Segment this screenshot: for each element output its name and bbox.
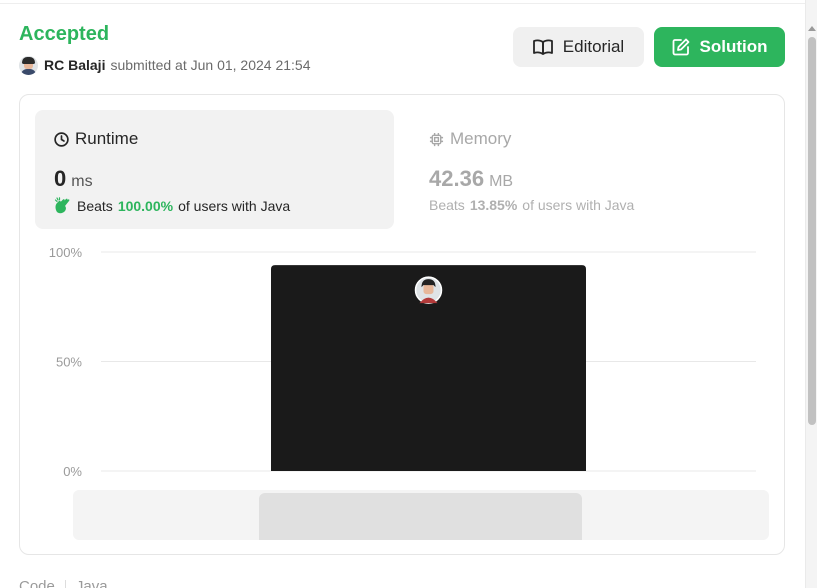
runtime-value: 0 ms (54, 166, 93, 192)
user-avatar[interactable] (19, 55, 38, 75)
clapping-hands-icon (54, 197, 70, 214)
scrollbar-thumb[interactable] (808, 37, 816, 425)
runtime-beats: Beats 100.00% of users with Java (54, 197, 290, 215)
editorial-button[interactable]: Editorial (513, 27, 644, 67)
scroll-up-arrow-icon[interactable] (808, 26, 816, 31)
memory-beats-prefix: Beats (429, 197, 465, 213)
memory-beats: Beats 13.85% of users with Java (429, 197, 634, 213)
code-language-tabs: Code Java (19, 578, 108, 588)
runtime-unit: ms (71, 173, 93, 190)
submission-meta: RC Balaji submitted at Jun 01, 2024 21:5… (19, 55, 311, 75)
book-open-icon (532, 39, 553, 55)
range-selector-handle[interactable] (259, 493, 582, 540)
runtime-beats-percent: 100.00% (117, 198, 174, 214)
solution-button[interactable]: Solution (654, 27, 785, 67)
runtime-number: 0 (54, 166, 67, 191)
editorial-label: Editorial (562, 37, 625, 56)
runtime-header: Runtime (54, 129, 138, 149)
chip-icon (429, 132, 444, 146)
memory-unit: MB (489, 173, 514, 190)
memory-beats-suffix: of users with Java (522, 197, 635, 213)
tab-separator (64, 579, 66, 588)
memory-header[interactable]: Memory (429, 129, 511, 149)
edit-pencil-icon (672, 38, 689, 56)
memory-label: Memory (450, 129, 512, 148)
user-name-link[interactable]: RC Balaji (44, 57, 105, 73)
tab-language[interactable]: Java (76, 578, 108, 588)
runtime-beats-suffix: of users with Java (178, 198, 291, 214)
submission-detail-page: Accepted RC Balaji submitted at Jun 01, … (0, 0, 817, 588)
solution-label: Solution (699, 37, 768, 56)
runtime-beats-prefix: Beats (77, 198, 113, 214)
tab-code[interactable]: Code (19, 578, 55, 588)
memory-beats-percent: 13.85% (469, 197, 518, 213)
memory-value: 42.36 MB (429, 166, 513, 192)
vertical-scrollbar[interactable] (805, 0, 817, 588)
clock-icon (54, 131, 69, 147)
submission-status: Accepted (19, 23, 110, 45)
memory-number: 42.36 (429, 166, 485, 191)
runtime-label: Runtime (75, 129, 139, 148)
top-divider (0, 0, 805, 4)
submitted-at-text: submitted at Jun 01, 2024 21:54 (110, 57, 311, 73)
